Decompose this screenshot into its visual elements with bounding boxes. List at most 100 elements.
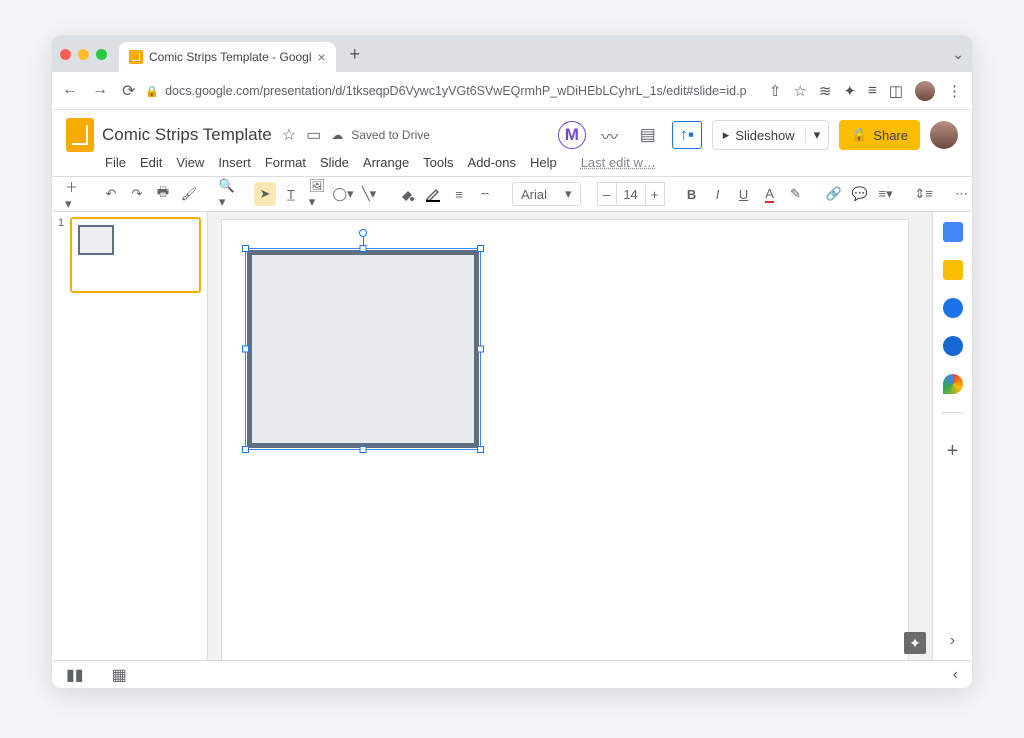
- menu-insert[interactable]: Insert: [218, 155, 251, 170]
- menu-arrange[interactable]: Arrange: [363, 155, 409, 170]
- resize-handle-sw[interactable]: [242, 446, 249, 453]
- insert-link-button[interactable]: 🔗: [823, 182, 845, 206]
- slide-canvas[interactable]: [222, 220, 908, 660]
- border-weight-button[interactable]: ≡: [448, 182, 470, 206]
- tasks-icon[interactable]: [943, 298, 963, 318]
- last-edit-link[interactable]: Last edit w…: [581, 155, 656, 170]
- resize-handle-n[interactable]: [360, 245, 367, 252]
- sidebar-expand-button[interactable]: ›: [950, 632, 955, 650]
- browser-tabstrip: Comic Strips Template - Googl × + ⌄: [52, 36, 972, 72]
- zoom-dropdown[interactable]: 🔍▾: [216, 182, 238, 206]
- fullscreen-window-button[interactable]: [96, 49, 107, 60]
- window-traffic-lights: [60, 49, 107, 60]
- extension-buffer-icon[interactable]: ≋: [819, 82, 832, 100]
- resize-handle-s[interactable]: [360, 446, 367, 453]
- grid-view-button[interactable]: ▦: [112, 665, 127, 685]
- line-spacing-button[interactable]: ⇕≡: [913, 182, 935, 206]
- resize-handle-w[interactable]: [242, 346, 249, 353]
- keep-icon[interactable]: [943, 260, 963, 280]
- more-tools-button[interactable]: ⋯: [951, 182, 973, 206]
- redo-button[interactable]: ↷: [126, 182, 148, 206]
- reload-button[interactable]: ⟳: [122, 81, 135, 101]
- menu-help[interactable]: Help: [530, 155, 557, 170]
- text-color-button[interactable]: A: [759, 182, 781, 206]
- align-dropdown[interactable]: ≡▾: [875, 182, 897, 206]
- textbox-tool[interactable]: T̲: [280, 182, 302, 206]
- paint-format-button[interactable]: 🖌: [178, 182, 200, 206]
- menu-view[interactable]: View: [176, 155, 204, 170]
- slide-thumbnail-1[interactable]: [70, 217, 201, 293]
- lock-icon: 🔒: [145, 86, 159, 98]
- slides-logo-icon[interactable]: [66, 118, 94, 152]
- resize-handle-se[interactable]: [477, 446, 484, 453]
- sidepanel-icon[interactable]: ◫: [889, 82, 903, 100]
- new-slide-button[interactable]: ＋▾: [62, 182, 84, 206]
- resize-handle-ne[interactable]: [477, 245, 484, 252]
- browser-menu-icon[interactable]: ⋮: [947, 82, 962, 100]
- move-icon[interactable]: ▭: [306, 125, 321, 145]
- canvas-area[interactable]: ✦: [208, 212, 932, 660]
- border-dash-button[interactable]: ╌: [474, 182, 496, 206]
- menu-slide[interactable]: Slide: [320, 155, 349, 170]
- menu-tools[interactable]: Tools: [423, 155, 453, 170]
- filmstrip-view-button[interactable]: ▮▮: [66, 665, 84, 685]
- insert-comment-button[interactable]: 💬: [849, 182, 871, 206]
- undo-button[interactable]: ↶: [100, 182, 122, 206]
- contacts-icon[interactable]: [943, 336, 963, 356]
- bookmark-icon[interactable]: ☆: [793, 82, 806, 100]
- slide-footer: ▮▮ ▦ ‹: [52, 660, 972, 688]
- rotation-handle[interactable]: [359, 229, 367, 237]
- calendar-icon[interactable]: [943, 222, 963, 242]
- new-tab-button[interactable]: +: [342, 41, 368, 67]
- print-button[interactable]: 🖶: [152, 182, 174, 206]
- underline-button[interactable]: U: [733, 182, 755, 206]
- line-tool[interactable]: ╲▾: [358, 182, 380, 206]
- collapse-panel-button[interactable]: ‹: [953, 666, 958, 684]
- shape-tool[interactable]: ◯▾: [332, 182, 354, 206]
- tab-overflow-icon[interactable]: ⌄: [952, 46, 964, 63]
- extensions-icon[interactable]: ✦: [843, 82, 856, 100]
- share-button[interactable]: 🔒Share: [839, 120, 920, 150]
- border-color-button[interactable]: [422, 182, 444, 206]
- document-title[interactable]: Comic Strips Template: [102, 125, 272, 145]
- menu-addons[interactable]: Add-ons: [468, 155, 516, 170]
- slideshow-caret[interactable]: ▾: [805, 127, 829, 143]
- add-addon-button[interactable]: +: [947, 440, 959, 463]
- explore-button[interactable]: ✦: [904, 632, 926, 654]
- font-size-decrease[interactable]: –: [597, 182, 617, 206]
- comments-icon[interactable]: ▤: [634, 121, 662, 149]
- font-size-increase[interactable]: +: [645, 182, 665, 206]
- extension-monetize-icon[interactable]: M: [558, 121, 586, 149]
- back-button[interactable]: ←: [62, 81, 78, 101]
- star-icon[interactable]: ☆: [282, 125, 296, 145]
- close-tab-icon[interactable]: ×: [318, 49, 326, 65]
- forward-button[interactable]: →: [92, 81, 108, 101]
- highlight-button[interactable]: ✎: [785, 182, 807, 206]
- present-remote-icon[interactable]: ↑▪: [672, 121, 702, 149]
- tab-title: Comic Strips Template - Googl: [149, 50, 312, 64]
- font-size-value[interactable]: 14: [617, 182, 645, 206]
- image-tool[interactable]: 🖼▾: [306, 182, 328, 206]
- toolbar: ＋▾ ↶ ↷ 🖶 🖌 🔍▾ ➤ T̲ 🖼▾ ◯▾ ╲▾ ≡ ╌ Arial▾ –: [52, 176, 972, 212]
- activity-icon[interactable]: 〰: [596, 121, 624, 149]
- address-bar[interactable]: 🔒docs.google.com/presentation/d/1tkseqpD…: [145, 84, 758, 98]
- slideshow-button[interactable]: ▸Slideshow ▾: [712, 120, 829, 150]
- browser-tab-active[interactable]: Comic Strips Template - Googl ×: [119, 42, 336, 72]
- resize-handle-nw[interactable]: [242, 245, 249, 252]
- minimize-window-button[interactable]: [78, 49, 89, 60]
- menu-edit[interactable]: Edit: [140, 155, 162, 170]
- maps-icon[interactable]: [943, 374, 963, 394]
- close-window-button[interactable]: [60, 49, 71, 60]
- italic-button[interactable]: I: [707, 182, 729, 206]
- font-family-dropdown[interactable]: Arial▾: [512, 182, 581, 206]
- reading-list-icon[interactable]: ≡: [868, 82, 877, 99]
- menu-file[interactable]: File: [105, 155, 126, 170]
- bold-button[interactable]: B: [681, 182, 703, 206]
- account-avatar[interactable]: [930, 121, 958, 149]
- resize-handle-e[interactable]: [477, 346, 484, 353]
- fill-color-button[interactable]: [396, 182, 418, 206]
- profile-avatar[interactable]: [915, 81, 935, 101]
- menu-format[interactable]: Format: [265, 155, 306, 170]
- share-icon[interactable]: ⇧: [769, 82, 782, 100]
- select-tool[interactable]: ➤: [254, 182, 276, 206]
